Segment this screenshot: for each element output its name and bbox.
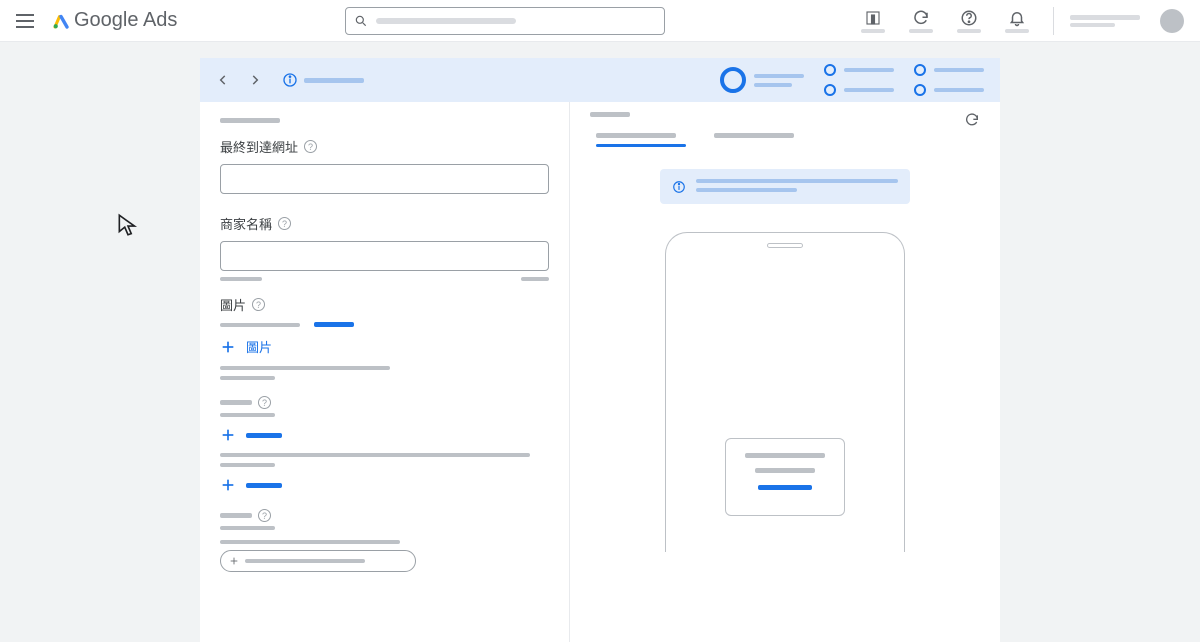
step-2[interactable]	[824, 64, 894, 76]
info-banner	[660, 169, 910, 204]
divider	[1053, 7, 1054, 35]
add-item-button-1[interactable]	[220, 427, 549, 443]
cursor-icon	[115, 212, 141, 243]
step-current[interactable]	[720, 67, 804, 93]
search-icon	[354, 14, 368, 28]
plus-icon	[220, 339, 236, 355]
refresh-preview-icon[interactable]	[964, 112, 980, 128]
preview-tab-1[interactable]	[596, 133, 686, 147]
product-logo[interactable]: Google Ads	[52, 9, 177, 32]
stepper-steps	[720, 64, 984, 96]
form-panel: 最終到達網址 ? 商家名稱 ? 圖片 ? 圖片	[200, 102, 570, 642]
preview-tabs	[590, 133, 980, 147]
images-label: 圖片 ?	[220, 295, 549, 314]
plus-icon	[229, 556, 239, 566]
avatar[interactable]	[1160, 9, 1184, 33]
back-icon[interactable]	[216, 73, 230, 87]
stepper-bar	[200, 58, 1000, 102]
help-icon	[960, 9, 978, 27]
section-label: ?	[220, 396, 549, 409]
notifications-button[interactable]	[997, 9, 1037, 33]
logo-text: Google Ads	[74, 9, 177, 32]
add-image-button[interactable]: 圖片	[220, 337, 549, 356]
help-button[interactable]	[949, 9, 989, 33]
help-icon[interactable]: ?	[252, 298, 265, 311]
reports-button[interactable]	[853, 9, 893, 33]
refresh-button[interactable]	[901, 9, 941, 33]
add-item-button-2[interactable]	[220, 477, 549, 493]
main-container: 最終到達網址 ? 商家名稱 ? 圖片 ? 圖片	[200, 58, 1000, 642]
final-url-label: 最終到達網址 ?	[220, 137, 549, 156]
device-speaker	[767, 243, 803, 248]
input-helper-row	[220, 277, 549, 281]
section-label-2: ?	[220, 509, 549, 522]
step-3[interactable]	[824, 84, 894, 96]
help-icon[interactable]: ?	[278, 217, 291, 230]
info-icon	[672, 180, 686, 194]
bell-icon	[1008, 9, 1026, 27]
account-info[interactable]	[1070, 15, 1140, 27]
ad-preview-card	[725, 438, 845, 516]
app-header: Google Ads	[0, 0, 1200, 42]
ads-logo-icon	[52, 12, 70, 30]
refresh-icon	[912, 9, 930, 27]
plus-icon	[220, 477, 236, 493]
info-icon	[282, 72, 298, 88]
help-icon[interactable]: ?	[258, 396, 271, 409]
step-5[interactable]	[914, 84, 984, 96]
plus-icon	[220, 427, 236, 443]
help-icon[interactable]: ?	[304, 140, 317, 153]
pill-input[interactable]	[220, 550, 416, 572]
image-aspect-link[interactable]	[314, 322, 354, 327]
preview-tab-2[interactable]	[714, 133, 794, 147]
preview-panel	[570, 102, 1000, 642]
search-placeholder	[376, 18, 516, 24]
forward-icon[interactable]	[248, 73, 262, 87]
device-preview	[665, 232, 905, 552]
header-actions	[853, 7, 1184, 35]
step-4[interactable]	[914, 64, 984, 76]
business-name-input[interactable]	[220, 241, 549, 271]
final-url-input[interactable]	[220, 164, 549, 194]
help-icon[interactable]: ?	[258, 509, 271, 522]
business-name-label: 商家名稱 ?	[220, 214, 549, 233]
reports-icon	[864, 9, 882, 27]
search-input[interactable]	[345, 7, 665, 35]
section-title	[220, 118, 280, 123]
menu-icon[interactable]	[16, 9, 40, 33]
